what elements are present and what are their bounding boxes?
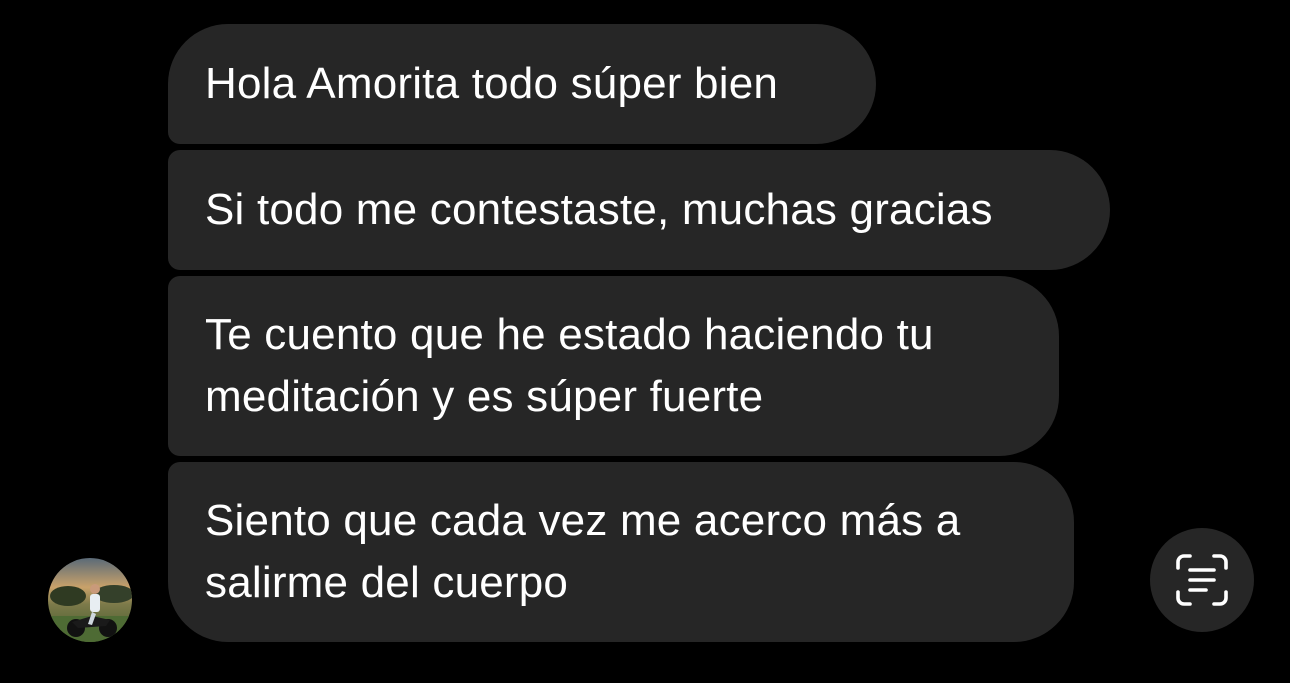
message-bubble[interactable]: Hola Amorita todo súper bien [168, 24, 876, 144]
message-bubble[interactable]: Te cuento que he estado haciendo tu medi… [168, 276, 1059, 456]
message-thread: Hola Amorita todo súper bien Si todo me … [0, 0, 1290, 683]
contact-avatar[interactable] [48, 558, 132, 642]
text-scan-icon [1176, 554, 1228, 606]
message-bubble[interactable]: Siento que cada vez me acerco más a sali… [168, 462, 1074, 642]
live-text-button[interactable] [1150, 528, 1254, 632]
message-bubble[interactable]: Si todo me contestaste, muchas gracias [168, 150, 1110, 270]
avatar-photo [48, 558, 132, 642]
